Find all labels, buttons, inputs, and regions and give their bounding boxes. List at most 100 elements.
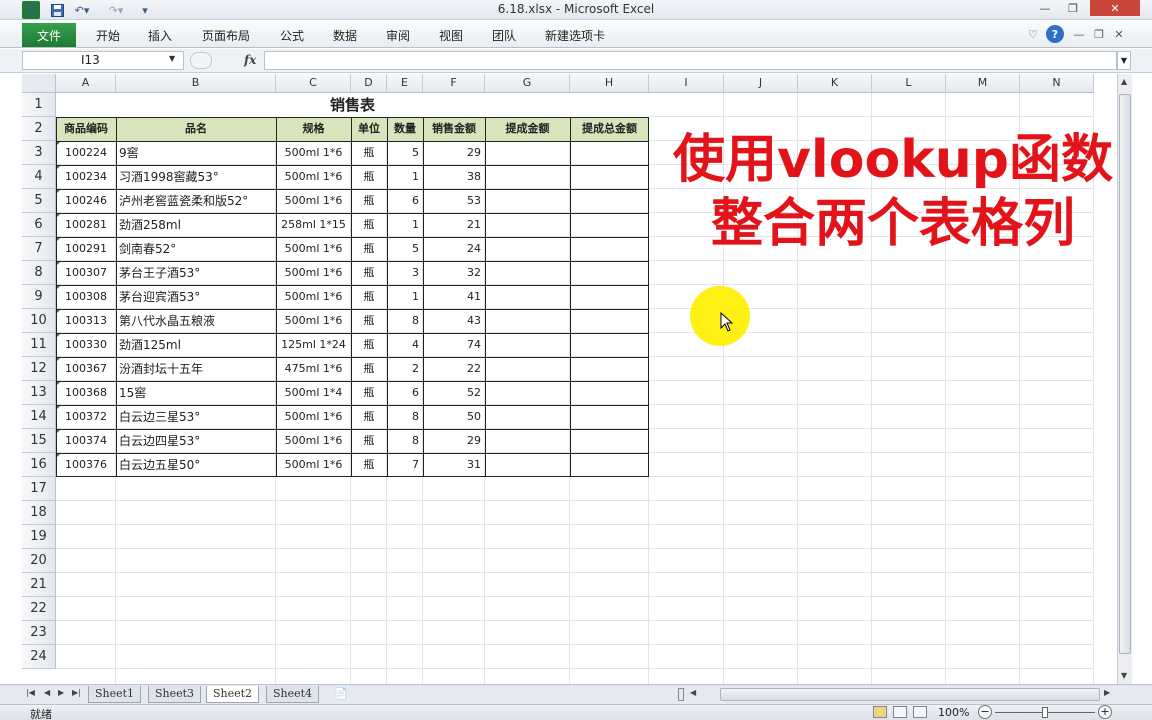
table-cell[interactable]: 475ml 1*6 bbox=[276, 357, 351, 381]
insert-sheet-icon[interactable]: 📄 bbox=[334, 687, 348, 700]
row-header[interactable]: 12 bbox=[22, 357, 56, 381]
formula-input[interactable] bbox=[264, 51, 1117, 70]
table-cell[interactable]: 24 bbox=[423, 237, 485, 261]
table-cell[interactable] bbox=[570, 429, 649, 453]
table-cell[interactable]: 9窖 bbox=[116, 141, 276, 165]
sheet-tab[interactable]: Sheet1 bbox=[88, 686, 142, 703]
vertical-scrollbar[interactable]: ▲ ▼ bbox=[1117, 74, 1132, 684]
table-cell[interactable]: 500ml 1*6 bbox=[276, 285, 351, 309]
column-header[interactable]: D bbox=[351, 74, 387, 93]
table-cell[interactable]: 瓶 bbox=[351, 285, 387, 309]
row-header[interactable]: 5 bbox=[22, 189, 56, 213]
next-sheet-icon[interactable]: ▶ bbox=[58, 688, 64, 697]
column-header[interactable]: H bbox=[570, 74, 649, 93]
table-cell[interactable]: 瓶 bbox=[351, 309, 387, 333]
table-cell[interactable]: 瓶 bbox=[351, 333, 387, 357]
table-cell[interactable]: 8 bbox=[387, 309, 423, 333]
sheet-tab[interactable]: Sheet2 bbox=[206, 686, 260, 703]
table-cell[interactable]: 瓶 bbox=[351, 357, 387, 381]
table-cell[interactable]: 22 bbox=[423, 357, 485, 381]
table-cell[interactable] bbox=[570, 357, 649, 381]
table-cell[interactable]: 5 bbox=[387, 237, 423, 261]
page-layout-view-icon[interactable] bbox=[893, 706, 907, 718]
row-header[interactable]: 24 bbox=[22, 645, 56, 669]
heart-icon[interactable]: ♡ bbox=[1024, 25, 1042, 43]
table-cell[interactable]: 38 bbox=[423, 165, 485, 189]
table-cell[interactable]: 100307 bbox=[56, 261, 116, 285]
table-cell[interactable]: 6 bbox=[387, 189, 423, 213]
table-cell[interactable]: 2 bbox=[387, 357, 423, 381]
table-cell[interactable] bbox=[570, 141, 649, 165]
table-cell[interactable]: 100234 bbox=[56, 165, 116, 189]
row-header[interactable]: 9 bbox=[22, 285, 56, 309]
table-cell[interactable]: 白云边四星53° bbox=[116, 429, 276, 453]
row-header[interactable]: 8 bbox=[22, 261, 56, 285]
row-header[interactable]: 6 bbox=[22, 213, 56, 237]
column-header[interactable]: N bbox=[1020, 74, 1094, 93]
tab-formulas[interactable]: 公式 bbox=[280, 27, 304, 44]
table-cell[interactable]: 125ml 1*24 bbox=[276, 333, 351, 357]
column-header[interactable]: L bbox=[872, 74, 946, 93]
table-cell[interactable] bbox=[570, 309, 649, 333]
row-header[interactable]: 17 bbox=[22, 477, 56, 501]
restore-icon[interactable]: ❐ bbox=[1060, 0, 1086, 16]
row-header[interactable]: 20 bbox=[22, 549, 56, 573]
table-cell[interactable] bbox=[570, 285, 649, 309]
table-cell[interactable]: 6 bbox=[387, 381, 423, 405]
table-cell[interactable]: 瓶 bbox=[351, 429, 387, 453]
table-cell[interactable]: 15窖 bbox=[116, 381, 276, 405]
row-header[interactable]: 3 bbox=[22, 141, 56, 165]
scroll-down-icon[interactable]: ▼ bbox=[1121, 671, 1127, 680]
column-header[interactable]: I bbox=[649, 74, 724, 93]
table-cell[interactable] bbox=[485, 237, 570, 261]
table-cell[interactable] bbox=[570, 405, 649, 429]
normal-view-icon[interactable] bbox=[873, 706, 887, 718]
table-header-cell[interactable]: 销售金额 bbox=[423, 117, 485, 141]
ribbon-minimize-icon[interactable]: — bbox=[1070, 25, 1088, 43]
file-tab[interactable]: 文件 bbox=[22, 23, 76, 47]
table-cell[interactable]: 瓶 bbox=[351, 261, 387, 285]
table-cell[interactable] bbox=[485, 405, 570, 429]
table-cell[interactable] bbox=[485, 189, 570, 213]
select-all-button[interactable] bbox=[22, 74, 56, 93]
table-cell[interactable]: 31 bbox=[423, 453, 485, 477]
table-cell[interactable]: 1 bbox=[387, 165, 423, 189]
column-header[interactable]: E bbox=[387, 74, 423, 93]
table-cell[interactable]: 瓶 bbox=[351, 381, 387, 405]
zoom-in-icon[interactable]: + bbox=[1098, 705, 1112, 719]
row-header[interactable]: 10 bbox=[22, 309, 56, 333]
table-cell[interactable]: 第八代水晶五粮液 bbox=[116, 309, 276, 333]
row-header[interactable]: 13 bbox=[22, 381, 56, 405]
row-header[interactable]: 4 bbox=[22, 165, 56, 189]
table-header-cell[interactable]: 规格 bbox=[276, 117, 351, 141]
table-cell[interactable] bbox=[485, 213, 570, 237]
row-header[interactable]: 2 bbox=[22, 117, 56, 141]
sheet-tab[interactable]: Sheet4 bbox=[266, 686, 320, 703]
tab-split-handle[interactable] bbox=[678, 688, 684, 701]
table-cell[interactable]: 100374 bbox=[56, 429, 116, 453]
row-header[interactable]: 23 bbox=[22, 621, 56, 645]
row-header[interactable]: 18 bbox=[22, 501, 56, 525]
ribbon-restore-icon[interactable]: ❐ bbox=[1090, 25, 1108, 43]
zoom-out-icon[interactable]: − bbox=[978, 705, 992, 719]
table-cell[interactable]: 泸州老窖蓝瓷柔和版52° bbox=[116, 189, 276, 213]
table-cell[interactable]: 8 bbox=[387, 405, 423, 429]
row-header[interactable]: 7 bbox=[22, 237, 56, 261]
zoom-slider-thumb[interactable] bbox=[1042, 707, 1048, 718]
table-cell[interactable]: 瓶 bbox=[351, 213, 387, 237]
name-box[interactable]: I13 bbox=[22, 51, 184, 70]
table-header-cell[interactable]: 品名 bbox=[116, 117, 276, 141]
table-cell[interactable]: 茅台迎宾酒53° bbox=[116, 285, 276, 309]
table-cell[interactable]: 41 bbox=[423, 285, 485, 309]
column-header[interactable]: K bbox=[798, 74, 872, 93]
table-cell[interactable] bbox=[570, 453, 649, 477]
table-cell[interactable]: 5 bbox=[387, 141, 423, 165]
table-header-cell[interactable]: 提成总金额 bbox=[570, 117, 649, 141]
sheet-tab[interactable]: Sheet3 bbox=[148, 686, 202, 703]
table-cell[interactable] bbox=[570, 189, 649, 213]
table-cell[interactable]: 瓶 bbox=[351, 453, 387, 477]
table-cell[interactable] bbox=[485, 333, 570, 357]
close-icon[interactable]: ✕ bbox=[1090, 0, 1140, 16]
column-header[interactable]: J bbox=[724, 74, 798, 93]
table-cell[interactable]: 500ml 1*6 bbox=[276, 429, 351, 453]
